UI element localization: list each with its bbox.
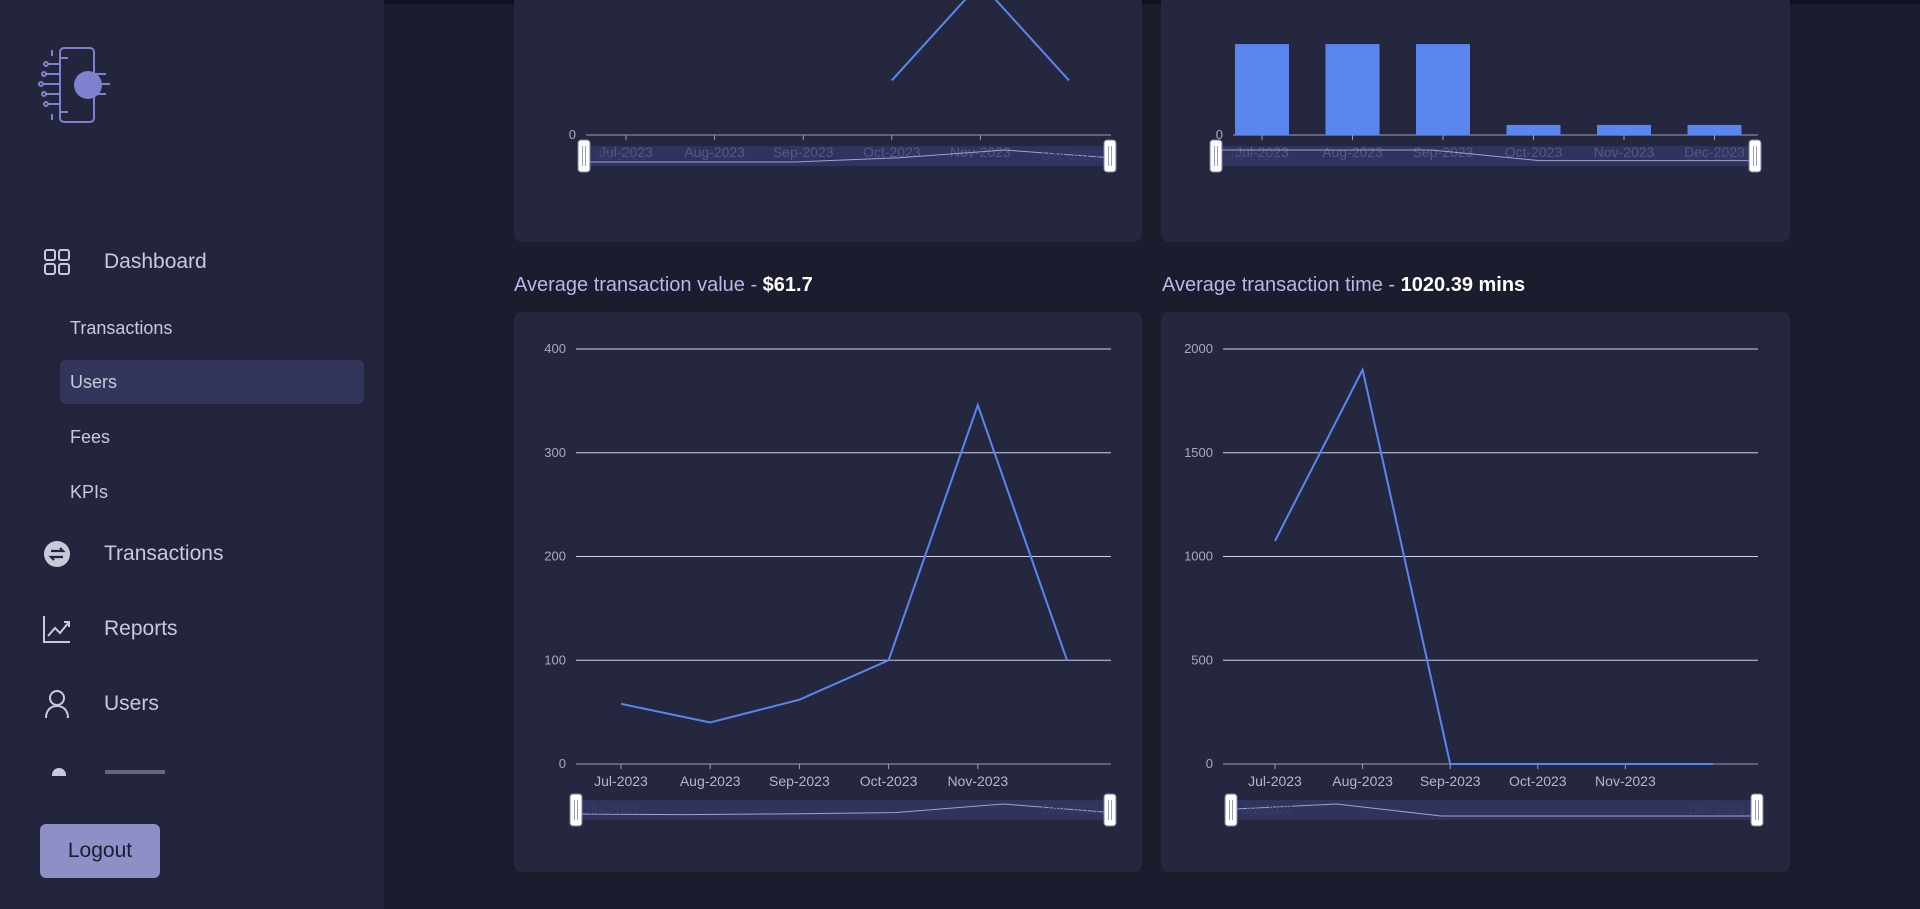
nav-dashboard-label: Dashboard: [104, 250, 207, 273]
zoom-slider-track: [576, 800, 1110, 820]
nav-reports-label: Reports: [104, 617, 178, 640]
sub-item-label: KPIs: [70, 481, 109, 502]
sub-item-transactions[interactable]: Transactions: [60, 306, 364, 350]
y-tick-label: 300: [544, 445, 566, 460]
bar: [1506, 124, 1561, 135]
y-tick-label: 100: [544, 652, 566, 667]
nav-transactions[interactable]: Transactions: [42, 539, 223, 569]
sub-item-fees[interactable]: Fees: [60, 415, 364, 459]
zoom-slider-track: [584, 146, 1110, 166]
y-tick-label: 200: [544, 549, 566, 564]
x-tick-label: Oct-2023: [860, 773, 918, 789]
zoom-end-label: Dec-2023: [1687, 148, 1743, 163]
chart-panel-top-right: 0Jul-2023Aug-2023Sep-2023Oct-2023Nov-202…: [1161, 0, 1790, 242]
zoom-start-label: Jul-2023: [588, 802, 638, 817]
zoom-end-label: Dec-2023: [1042, 802, 1098, 817]
y-tick-label: 1000: [1184, 549, 1213, 564]
zoom-end-label: Dec-2023: [1042, 148, 1098, 163]
sub-item-users[interactable]: Users: [60, 360, 364, 404]
zoom-handle-right[interactable]: [1103, 793, 1117, 827]
y-tick-label: 400: [544, 341, 566, 356]
chart-panel-avg-time: 0 500 1000 1500 2000 Jul-2023 Aug-2023 Sep-2023…: [1161, 312, 1790, 872]
line-chart-avg-value: 0 100 200 300 400 Jul-2023 Aug-2023 Sep-2023 Oct…: [544, 341, 1117, 827]
zoom-handle-left[interactable]: [569, 793, 583, 827]
zoom-handle-left[interactable]: [1209, 139, 1223, 173]
logout-button[interactable]: Logout: [40, 824, 160, 878]
avg-value-title: Average transaction value - $61.7: [514, 274, 813, 297]
sidebar: Dashboard Transactions Users Fees KPIs T…: [0, 0, 384, 909]
exchange-icon: [42, 539, 72, 569]
avg-time-amount: 1020.39 mins: [1400, 274, 1526, 296]
x-tick-label: Aug-2023: [1332, 773, 1393, 789]
nav-item-partial: [52, 768, 66, 776]
user-icon: [42, 689, 72, 719]
avg-time-title: Average transaction time - 1020.39 mins: [1162, 274, 1525, 297]
grid-icon: [42, 247, 72, 277]
nav-item-partial-label: [105, 770, 165, 774]
line-chart-top-left: 0Jul-2023Aug-2023Sep-2023Oct-2023Nov-202…: [569, 0, 1117, 173]
x-tick-label: Nov-2023: [947, 773, 1008, 789]
sub-item-kpis[interactable]: KPIs: [60, 470, 364, 514]
avg-value-label: Average transaction value -: [514, 274, 763, 296]
x-tick-label: Nov-2023: [1595, 773, 1656, 789]
bar-chart-top-right: 0Jul-2023Aug-2023Sep-2023Oct-2023Nov-202…: [1209, 44, 1762, 173]
line-chart-avg-time: 0 500 1000 1500 2000 Jul-2023 Aug-2023 Sep-2023…: [1184, 341, 1764, 827]
x-tick-label: Jul-2023: [1248, 773, 1302, 789]
bar: [1416, 44, 1470, 135]
zoom-handle-right[interactable]: [1748, 139, 1762, 173]
trend-icon: [42, 614, 72, 644]
x-tick-label: Aug-2023: [680, 773, 741, 789]
x-tick-label: Jul-2023: [594, 773, 648, 789]
zoom-handle-left[interactable]: [577, 139, 591, 173]
nav-users-label: Users: [104, 692, 159, 715]
zoom-start-label: Jul-2023: [596, 148, 646, 163]
sub-item-label: Users: [70, 371, 118, 392]
nav-reports[interactable]: Reports: [42, 614, 178, 644]
bar: [1687, 124, 1742, 135]
zoom-end-label: Dec-2023: [1689, 802, 1745, 817]
nav-dashboard[interactable]: Dashboard: [42, 247, 207, 277]
bar: [1235, 44, 1289, 135]
zoom-slider-track: [1216, 146, 1755, 166]
chart-panel-avg-value: 0 100 200 300 400 Jul-2023 Aug-2023 Sep-2023 Oct…: [514, 312, 1142, 872]
x-tick-label: Oct-2023: [1509, 773, 1567, 789]
nav-users[interactable]: Users: [42, 689, 159, 719]
avg-value-amount: $61.7: [762, 274, 813, 296]
y-tick-label: 0: [559, 756, 566, 771]
zoom-start-label: Jul-2023: [1243, 802, 1293, 817]
nav-transactions-label: Transactions: [104, 542, 224, 565]
chart-panel-top-left: 0Jul-2023Aug-2023Sep-2023Oct-2023Nov-202…: [514, 0, 1142, 242]
zoom-handle-right[interactable]: [1103, 139, 1117, 173]
y-tick-label: 0: [569, 127, 576, 142]
y-tick-label: 500: [1191, 652, 1213, 667]
y-tick-label: 1500: [1184, 445, 1213, 460]
zoom-handle-right[interactable]: [1750, 793, 1764, 827]
x-tick-label: Sep-2023: [1420, 773, 1481, 789]
bar: [1325, 44, 1380, 135]
zoom-slider-track: [1231, 800, 1757, 820]
y-tick-label: 2000: [1184, 341, 1213, 356]
sub-item-label: Fees: [70, 426, 111, 447]
bar: [1597, 124, 1651, 135]
zoom-handle-left[interactable]: [1224, 793, 1238, 827]
zoom-start-label: Jul-2023: [1228, 148, 1278, 163]
sub-item-label: Transactions: [70, 317, 173, 338]
series-line: [1274, 366, 1713, 765]
avg-time-label: Average transaction time -: [1162, 274, 1401, 296]
logo-icon: [38, 44, 122, 126]
y-tick-label: 0: [1206, 756, 1213, 771]
series-line: [891, 0, 1070, 82]
x-tick-label: Sep-2023: [769, 773, 830, 789]
